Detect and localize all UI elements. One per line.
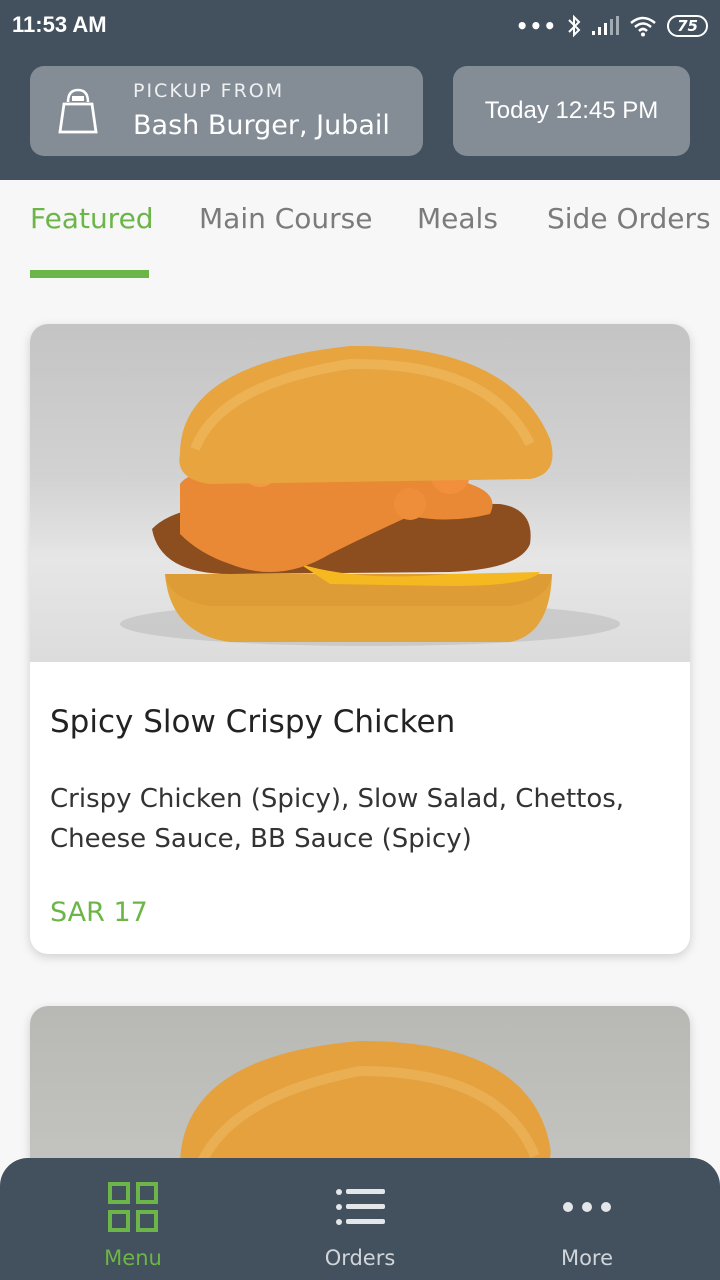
signal-icon [592,16,620,35]
menu-item-price: SAR 17 [50,897,148,928]
top-header: PICKUP FROM Bash Burger, Jubail Today 12… [0,52,720,180]
menu-item-description: Crispy Chicken (Spicy), Slow Salad, Chet… [50,784,625,854]
pickup-label: PICKUP FROM [133,80,285,102]
status-time: 11:53 AM [12,12,107,37]
nav-label-menu: Menu [104,1246,162,1270]
tab-main-course[interactable]: Main Course [199,202,373,235]
shopping-bag-icon [58,88,98,134]
pickup-time-selector[interactable]: Today 12:45 PM [453,66,690,156]
more-dots-icon [563,1202,611,1212]
bluetooth-icon [568,14,581,38]
pickup-location: Bash Burger, Jubail [133,110,390,141]
menu-item-card[interactable]: Spicy Slow Crispy Chicken Crispy Chicken… [30,324,690,954]
list-icon [336,1189,385,1225]
tab-featured[interactable]: Featured [30,202,154,235]
burger-image [120,345,620,646]
pickup-time: Today 12:45 PM [484,97,659,124]
menu-item-title: Spicy Slow Crispy Chicken [50,704,456,740]
nav-menu[interactable]: Menu [13,1158,253,1280]
grid-icon [108,1182,158,1232]
tab-side-orders[interactable]: Side Orders [547,202,711,235]
nav-orders[interactable]: Orders [240,1158,480,1280]
tab-meals[interactable]: Meals [417,202,498,235]
status-icons: ••• 75 [516,12,708,40]
wifi-icon [630,16,656,37]
menu-item-image [30,324,690,662]
category-tabs: Featured Main Course Meals Side Orders [0,180,720,280]
active-tab-indicator [30,270,149,278]
battery-icon: 75 [667,15,708,37]
status-bar: 11:53 AM ••• 75 [0,0,720,52]
notification-dots: ••• [515,14,558,38]
pickup-location-selector[interactable]: PICKUP FROM Bash Burger, Jubail [30,66,423,156]
nav-label-orders: Orders [324,1246,396,1270]
nav-label-more: More [560,1246,614,1270]
bottom-navigation: Menu Orders More [0,1158,720,1280]
nav-more[interactable]: More [467,1158,707,1280]
